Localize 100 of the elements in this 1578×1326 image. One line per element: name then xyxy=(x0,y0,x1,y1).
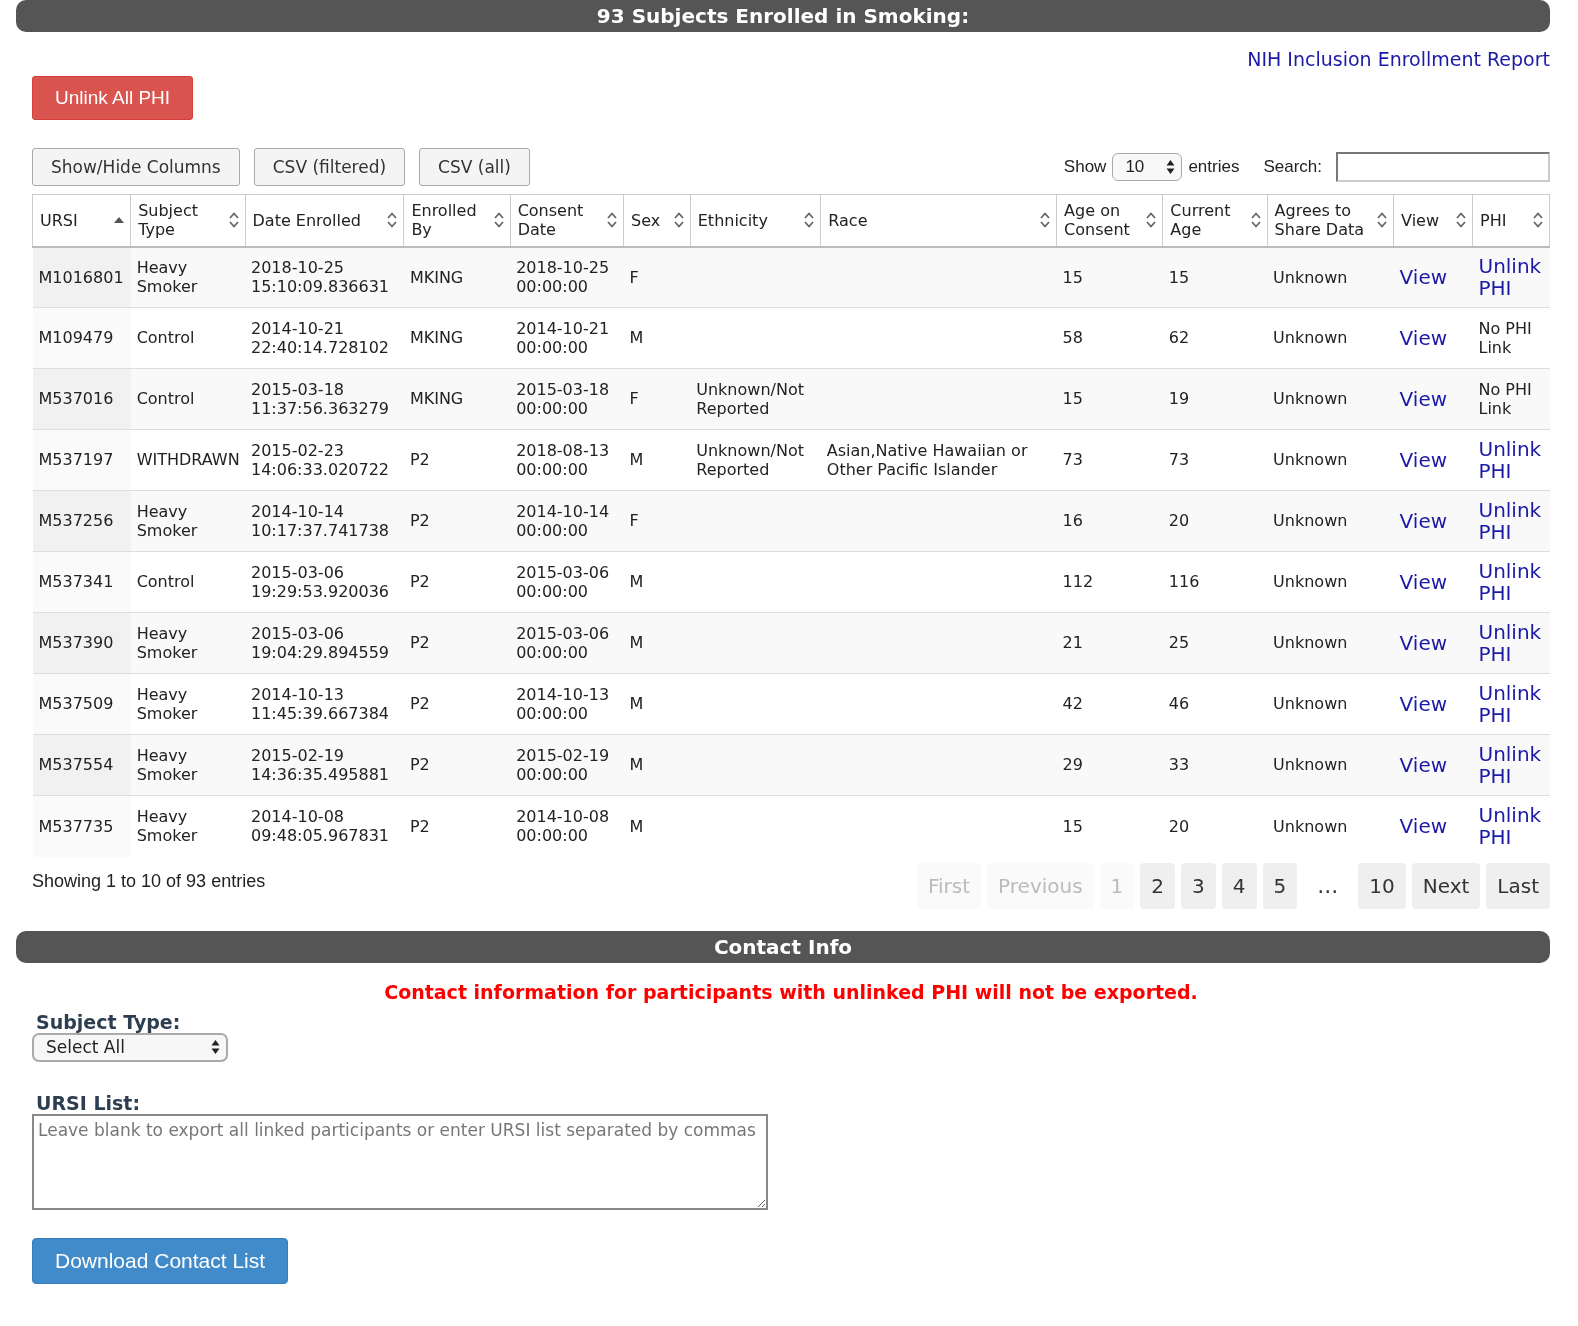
column-header[interactable]: Agrees to Share Data xyxy=(1267,194,1394,247)
column-header[interactable]: Date Enrolled xyxy=(245,194,404,247)
table-cell: M537016 xyxy=(32,368,131,430)
view-link[interactable]: View xyxy=(1399,815,1448,838)
view-link[interactable]: View xyxy=(1399,570,1448,593)
table-cell: M xyxy=(623,734,691,796)
table-cell: M537341 xyxy=(32,551,131,613)
table-cell: 2018-10-25 15:10:09.836631 xyxy=(245,246,404,308)
table-cell: Unknown xyxy=(1267,612,1394,674)
table-cell: Control xyxy=(130,551,245,613)
table-cell: F xyxy=(623,368,691,430)
table-cell: Heavy Smoker xyxy=(130,490,245,552)
table-cell: P2 xyxy=(403,490,511,552)
pagination-button[interactable]: 10 xyxy=(1358,862,1406,909)
column-header[interactable]: Age on Consent xyxy=(1056,194,1163,247)
show-label: Show xyxy=(1063,157,1107,177)
table-cell: 2014-10-13 11:45:39.667384 xyxy=(245,673,404,735)
view-link[interactable]: View xyxy=(1399,448,1448,471)
table-cell: Heavy Smoker xyxy=(130,673,245,735)
table-cell: Heavy Smoker xyxy=(130,612,245,674)
table-cell: 73 xyxy=(1162,429,1268,491)
search-label: Search: xyxy=(1263,157,1322,177)
column-header[interactable]: Enrolled By xyxy=(403,194,511,247)
table-cell: M1016801 xyxy=(32,246,131,308)
view-link[interactable]: View xyxy=(1399,326,1448,349)
table-cell: 46 xyxy=(1162,673,1268,735)
pagination-button[interactable]: 3 xyxy=(1181,862,1216,909)
download-button[interactable]: Download Contact List xyxy=(32,1237,289,1284)
column-header[interactable]: Ethnicity xyxy=(690,194,821,247)
table-cell: 21 xyxy=(1056,612,1163,674)
table-cell: 29 xyxy=(1056,734,1163,796)
table-cell: MKING xyxy=(403,368,511,430)
table-cell: No PHI Link xyxy=(1478,379,1532,418)
table-cell: WITHDRAWN xyxy=(130,429,245,491)
column-header[interactable]: Consent Date xyxy=(510,194,624,247)
table-cell: 15 xyxy=(1162,246,1268,308)
unlink-phi-link[interactable]: Unlink PHI xyxy=(1478,681,1544,726)
column-header[interactable]: PHI xyxy=(1472,194,1550,247)
updown-icon xyxy=(1166,159,1176,175)
table-cell: 2015-03-06 19:29:53.920036 xyxy=(245,551,404,613)
pagination-button[interactable]: Last xyxy=(1486,862,1550,909)
table-cell: MKING xyxy=(403,246,511,308)
table-cell: 2015-02-23 14:06:33.020722 xyxy=(245,429,404,491)
unlink-all-button[interactable]: Unlink All PHI xyxy=(32,76,194,120)
table-cell: 2018-10-25 00:00:00 xyxy=(510,246,624,308)
table-cell: Unknown xyxy=(1267,673,1394,735)
unlink-phi-link[interactable]: Unlink PHI xyxy=(1478,437,1544,482)
table-cell: M xyxy=(623,307,691,369)
toolbar-button[interactable]: CSV (all) xyxy=(419,148,530,186)
pagination-button[interactable]: 4 xyxy=(1221,862,1257,909)
entries-select[interactable]: 10 xyxy=(1112,153,1183,181)
subject-type-select[interactable]: Select All xyxy=(32,1032,228,1062)
ursi-list-field[interactable]: Leave blank to export all linked participants or enter URSI list separated by commas xyxy=(32,1113,768,1210)
table-cell: F xyxy=(623,246,691,308)
table-cell: Control xyxy=(130,368,245,430)
table-cell: 42 xyxy=(1056,673,1163,735)
table-cell: M537735 xyxy=(32,795,131,857)
table-cell: M xyxy=(623,429,691,491)
table-cell: Heavy Smoker xyxy=(130,246,245,308)
table-cell: 2015-03-06 00:00:00 xyxy=(510,551,624,613)
table-cell: Heavy Smoker xyxy=(130,734,245,796)
pagination-button[interactable]: Next xyxy=(1411,862,1481,909)
column-header[interactable]: URSI xyxy=(32,194,131,247)
column-header[interactable]: Current Age xyxy=(1162,194,1268,247)
table-cell: P2 xyxy=(403,734,511,796)
warning-text: Contact information for participants with unlinked PHI will not be exported. xyxy=(383,980,1199,1003)
entries-info: Showing 1 to 10 of 93 entries xyxy=(32,870,266,892)
column-header[interactable]: Sex xyxy=(623,194,691,247)
table-cell: MKING xyxy=(403,307,511,369)
table-cell: M537509 xyxy=(32,673,131,735)
toolbar-button[interactable]: Show/Hide Columns xyxy=(32,148,240,186)
column-header[interactable]: Subject Type xyxy=(130,194,245,247)
table-cell: Unknown xyxy=(1267,368,1394,430)
table-cell: P2 xyxy=(403,612,511,674)
table-cell: 2015-03-18 11:37:56.363279 xyxy=(245,368,404,430)
table-cell: 2014-10-14 10:17:37.741738 xyxy=(245,490,404,552)
search-field[interactable] xyxy=(1336,152,1550,182)
column-header[interactable]: Race xyxy=(820,194,1057,247)
table-cell: 15 xyxy=(1056,246,1163,308)
unlink-phi-link[interactable]: Unlink PHI xyxy=(1478,804,1544,849)
view-link[interactable]: View xyxy=(1399,692,1448,715)
table-cell: Unknown xyxy=(1267,429,1394,491)
table-cell: No PHI Link xyxy=(1478,318,1532,357)
field-label: Subject Type: xyxy=(36,1010,182,1033)
pagination-button[interactable]: 2 xyxy=(1140,862,1176,909)
table-cell: 112 xyxy=(1056,551,1163,613)
table-cell: 2018-08-13 00:00:00 xyxy=(510,429,624,491)
table-cell: Unknown xyxy=(1267,246,1394,308)
toolbar-button[interactable]: CSV (filtered) xyxy=(253,148,406,186)
pagination-button[interactable]: 5 xyxy=(1262,862,1298,909)
table-cell: M xyxy=(623,551,691,613)
table-cell: Unknown xyxy=(1267,551,1394,613)
table-cell: Control xyxy=(130,307,245,369)
unlink-phi-link[interactable]: Unlink PHI xyxy=(1478,559,1544,604)
table-cell: Unknown/Not Reported xyxy=(690,368,821,430)
column-header[interactable]: View xyxy=(1393,194,1473,247)
report-link[interactable]: NIH Inclusion Enrollment Report xyxy=(1247,48,1550,70)
table-cell: 25 xyxy=(1162,612,1268,674)
table-cell: M xyxy=(623,673,691,735)
table-cell: 20 xyxy=(1162,490,1268,552)
